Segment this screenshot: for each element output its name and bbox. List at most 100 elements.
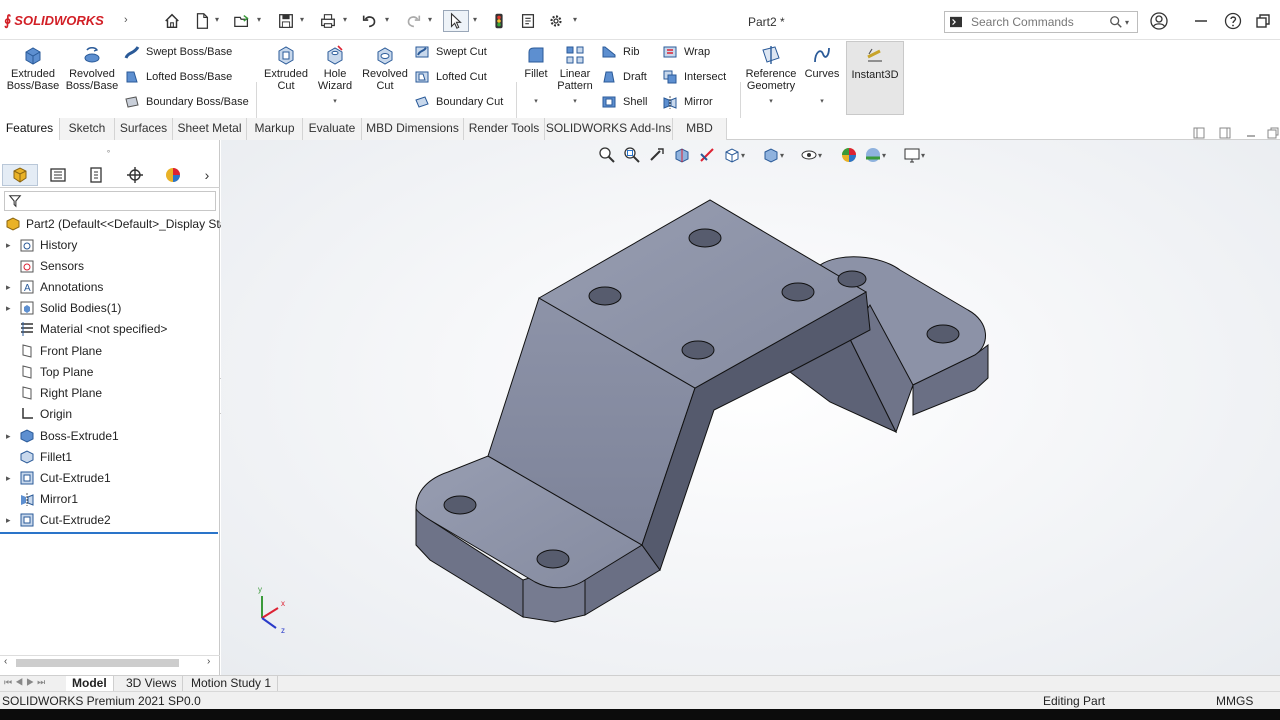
dynamic-annotation-icon[interactable] — [698, 146, 716, 164]
view-orientation-icon[interactable]: ▾ — [723, 146, 745, 164]
section-view-icon[interactable] — [673, 146, 691, 164]
rebuild-icon[interactable] — [488, 10, 510, 32]
search-icon[interactable] — [1109, 15, 1125, 29]
revolved-boss-button[interactable]: Revolved Boss/Base — [64, 44, 120, 92]
open-folder-icon[interactable] — [231, 10, 253, 32]
lofted-boss-button[interactable]: Lofted Boss/Base — [124, 67, 232, 87]
swept-boss-button[interactable]: Swept Boss/Base — [124, 42, 232, 62]
zoom-to-fit-icon[interactable] — [598, 146, 616, 164]
draft-button[interactable]: Draft — [601, 67, 647, 87]
home-icon[interactable] — [161, 10, 183, 32]
viewport-tile-icon[interactable] — [1192, 126, 1206, 140]
tab-sheet-metal[interactable]: Sheet Metal — [173, 118, 247, 140]
configuration-manager-tab-icon[interactable] — [78, 164, 114, 186]
pattern-dropdown-icon[interactable]: ▾ — [573, 96, 577, 108]
previous-view-icon[interactable] — [648, 146, 666, 164]
tree-root-part[interactable]: Part2 (Default<<Default>_Display Sta — [0, 214, 226, 234]
tab-model[interactable]: Model — [66, 676, 114, 692]
tab-addins[interactable]: SOLIDWORKS Add-Ins — [545, 118, 673, 140]
rib-button[interactable]: Rib — [601, 42, 640, 62]
undo-dropdown-icon[interactable]: ▾ — [385, 14, 393, 26]
rollback-bar[interactable] — [0, 532, 218, 534]
tab-features[interactable]: Features — [0, 118, 60, 140]
boundary-boss-button[interactable]: Boundary Boss/Base — [124, 92, 249, 112]
redo-icon[interactable] — [402, 10, 424, 32]
linear-pattern-button[interactable]: Linear Pattern ▾ — [554, 44, 596, 108]
tree-item-annotations[interactable]: ▸ A Annotations — [0, 277, 103, 297]
undo-icon[interactable] — [359, 10, 381, 32]
curves-dropdown-icon[interactable]: ▾ — [820, 96, 824, 108]
tree-item-mirror1[interactable]: Mirror1 — [0, 489, 78, 509]
tab-render-tools[interactable]: Render Tools — [464, 118, 545, 140]
help-icon[interactable] — [1224, 12, 1242, 30]
expand-arrow-icon[interactable]: ▸ — [6, 240, 18, 251]
display-manager-tab-icon[interactable] — [155, 164, 191, 186]
panel-tabs-more-icon[interactable]: › — [196, 164, 218, 186]
tab-scroll-arrows-icon[interactable]: ⏮◀▶⏭ — [4, 677, 48, 688]
swept-cut-button[interactable]: Swept Cut — [414, 42, 487, 62]
tab-mbd-dimensions[interactable]: MBD Dimensions — [362, 118, 464, 140]
part-model-3d[interactable] — [380, 190, 1000, 630]
curves-button[interactable]: Curves ▾ — [802, 44, 842, 108]
view-settings-icon[interactable]: ▾ — [903, 146, 925, 164]
new-document-icon[interactable] — [191, 10, 213, 32]
select-dropdown-icon[interactable]: ▾ — [473, 14, 481, 26]
search-scope-icon[interactable] — [949, 15, 965, 29]
search-commands-field[interactable]: Search Commands ▾ — [944, 11, 1138, 33]
expand-arrow-icon[interactable]: ▸ — [6, 515, 18, 526]
lofted-cut-button[interactable]: Lofted Cut — [414, 67, 487, 87]
expand-arrow-icon[interactable]: ▸ — [6, 473, 18, 484]
tree-item-top-plane[interactable]: Top Plane — [0, 362, 93, 382]
display-style-icon[interactable]: ▾ — [762, 146, 784, 164]
fillet-dropdown-icon[interactable]: ▾ — [534, 96, 538, 108]
reference-geometry-button[interactable]: Reference Geometry ▾ — [744, 44, 798, 108]
shell-button[interactable]: Shell — [601, 92, 647, 112]
boundary-cut-button[interactable]: Boundary Cut — [414, 92, 503, 112]
tree-item-solid-bodies[interactable]: ▸ Solid Bodies(1) — [0, 298, 121, 318]
save-dropdown-icon[interactable]: ▾ — [300, 14, 308, 26]
scroll-thumb[interactable] — [16, 659, 179, 667]
panel-splitter-handle[interactable]: ∘ — [106, 147, 111, 156]
hole-wizard-dropdown-icon[interactable]: ▾ — [333, 96, 337, 108]
print-dropdown-icon[interactable]: ▾ — [343, 14, 351, 26]
user-account-icon[interactable] — [1150, 12, 1168, 30]
extruded-cut-button[interactable]: Extruded Cut — [260, 44, 312, 92]
reference-dropdown-icon[interactable]: ▾ — [769, 96, 773, 108]
tab-evaluate[interactable]: Evaluate — [303, 118, 362, 140]
options-dropdown-icon[interactable]: ▾ — [573, 14, 581, 26]
tab-sketch[interactable]: Sketch — [60, 118, 115, 140]
intersect-button[interactable]: Intersect — [662, 67, 726, 87]
panel-horizontal-scrollbar[interactable]: ‹ › — [0, 655, 220, 669]
tab-surfaces[interactable]: Surfaces — [115, 118, 173, 140]
expand-arrow-icon[interactable]: ▸ — [6, 303, 18, 314]
tab-markup[interactable]: Markup — [247, 118, 303, 140]
open-dropdown-icon[interactable]: ▾ — [257, 14, 265, 26]
expand-arrow-icon[interactable]: ▸ — [6, 431, 18, 442]
tree-item-cut-extrude1[interactable]: ▸ Cut-Extrude1 — [0, 468, 111, 488]
apply-scene-icon[interactable]: ▾ — [864, 146, 886, 164]
tree-item-cut-extrude2[interactable]: ▸ Cut-Extrude2 — [0, 510, 111, 530]
save-icon[interactable] — [275, 10, 297, 32]
fillet-button[interactable]: Fillet ▾ — [518, 44, 554, 108]
feature-manager-tab-icon[interactable] — [2, 164, 38, 186]
scroll-right-icon[interactable]: › — [207, 656, 210, 667]
tree-item-fillet1[interactable]: Fillet1 — [0, 447, 72, 467]
file-properties-icon[interactable] — [517, 10, 539, 32]
tree-item-material[interactable]: Material <not specified> — [0, 319, 167, 339]
status-units[interactable]: MMGS — [1216, 694, 1253, 708]
expand-arrow-icon[interactable]: ▸ — [6, 282, 18, 293]
mirror-button[interactable]: Mirror — [662, 92, 713, 112]
edit-appearance-icon[interactable] — [840, 146, 858, 164]
print-icon[interactable] — [317, 10, 339, 32]
viewport-minimize-icon[interactable] — [1244, 126, 1258, 140]
viewport-restore-icon[interactable] — [1266, 126, 1280, 140]
hide-show-items-icon[interactable]: ▾ — [800, 146, 822, 164]
redo-dropdown-icon[interactable]: ▾ — [428, 14, 436, 26]
tree-item-front-plane[interactable]: Front Plane — [0, 341, 102, 361]
tree-item-origin[interactable]: Origin — [0, 404, 72, 424]
solidworks-logo[interactable]: ∮ SOLIDWORKS — [4, 12, 104, 29]
hole-wizard-button[interactable]: Hole Wizard ▾ — [312, 44, 358, 108]
scroll-left-icon[interactable]: ‹ — [4, 656, 7, 667]
tab-3d-views[interactable]: 3D Views — [120, 676, 184, 692]
viewport-tile-right-icon[interactable] — [1218, 126, 1232, 140]
